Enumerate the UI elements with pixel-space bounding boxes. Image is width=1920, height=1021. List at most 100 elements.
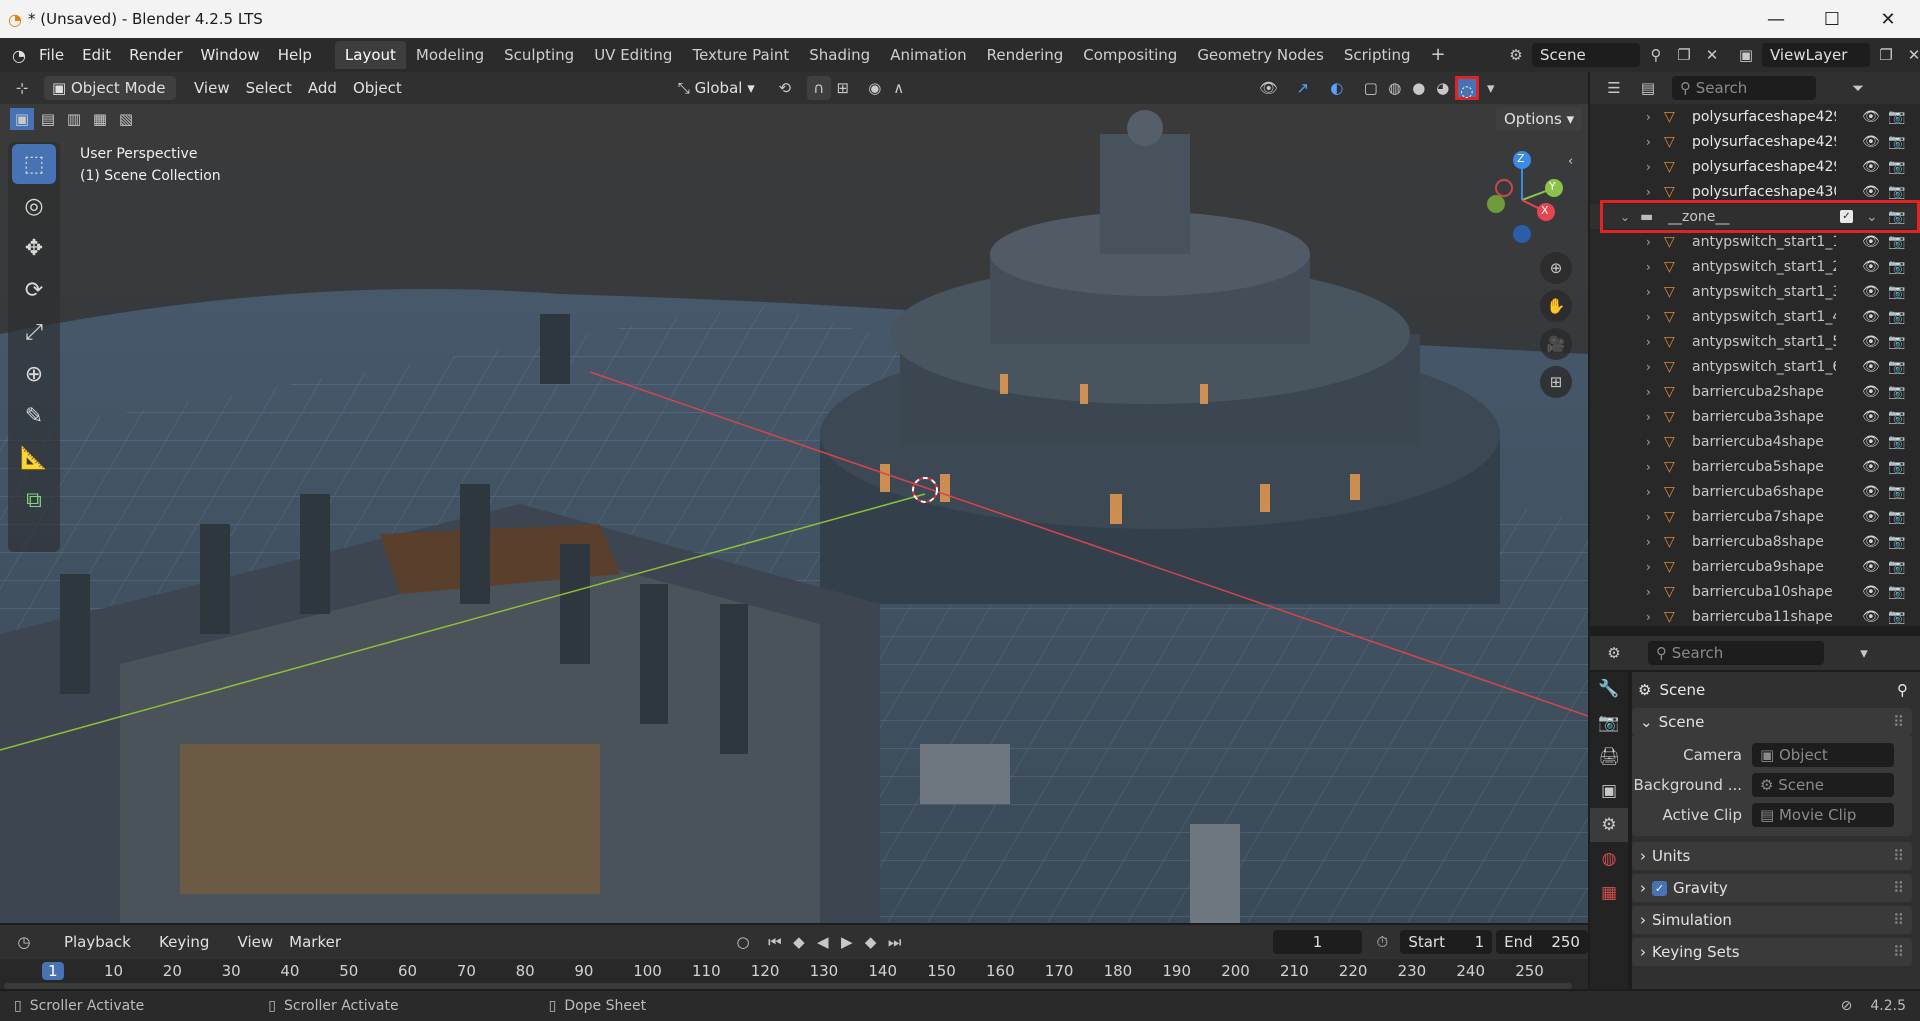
current-frame-marker[interactable]: 1 xyxy=(42,962,64,980)
timeline-ruler[interactable]: 1 10 20 30 40 50 60 70 80 90 100 110 120 130 140 150 160… xyxy=(0,959,1588,989)
render-visibility-icon[interactable]: 📷 xyxy=(1888,534,1905,550)
select-subtract-icon[interactable]: ▥ xyxy=(62,108,86,130)
zoom-icon[interactable]: ⊕ xyxy=(1540,252,1572,284)
expand-arrow-icon[interactable]: › xyxy=(1646,485,1651,499)
keying-menu[interactable]: Keying ▾ xyxy=(151,930,230,975)
wireframe-shading-icon[interactable]: ◍ xyxy=(1383,76,1407,100)
measure-tool-icon[interactable]: 📐 xyxy=(12,438,56,478)
transform-tool-icon[interactable]: ⊕ xyxy=(12,354,56,394)
expand-arrow-icon[interactable]: › xyxy=(1646,260,1651,274)
timeline-editor-icon[interactable]: ◷ xyxy=(12,930,36,954)
tab-compositing[interactable]: Compositing xyxy=(1073,41,1187,69)
eye-icon[interactable]: 👁 xyxy=(1862,109,1880,125)
outliner-object-row[interactable]: › ▽ barriercuba9shape 👁 📷 xyxy=(1590,554,1920,579)
expand-arrow-icon[interactable]: › xyxy=(1646,385,1651,399)
new-view-layer-icon[interactable]: ❐ xyxy=(1874,43,1898,67)
tab-modeling[interactable]: Modeling xyxy=(406,41,494,69)
eye-icon[interactable]: 👁 xyxy=(1862,409,1880,425)
eye-icon[interactable]: 👁 xyxy=(1862,159,1880,175)
eye-icon[interactable]: 👁 xyxy=(1862,284,1880,300)
new-scene-icon[interactable]: ❐ xyxy=(1672,43,1696,67)
filter-icon[interactable]: ⏷ xyxy=(1846,76,1870,100)
keying-sets-panel-header[interactable]: › Keying Sets ⠿ xyxy=(1632,938,1912,966)
expand-arrow-icon[interactable]: › xyxy=(1646,510,1651,524)
select-intersect-icon[interactable]: ▧ xyxy=(114,108,138,130)
tab-animation[interactable]: Animation xyxy=(880,41,976,69)
select-box-tool-icon[interactable]: ⬚ xyxy=(12,144,56,184)
expand-arrow-icon[interactable]: › xyxy=(1646,335,1651,349)
area-divider[interactable] xyxy=(1588,72,1590,991)
expand-arrow-icon[interactable]: › xyxy=(1646,110,1651,124)
render-visibility-icon[interactable]: 📷 xyxy=(1888,459,1905,475)
pan-hand-icon[interactable]: ✋ xyxy=(1540,290,1572,322)
tab-texture-paint[interactable]: Texture Paint xyxy=(682,41,799,69)
menu-object[interactable]: Object xyxy=(345,76,410,100)
view-layer-tab-icon[interactable]: ▣ xyxy=(1590,774,1628,808)
simulation-panel-header[interactable]: › Simulation ⠿ xyxy=(1632,906,1912,934)
collection-tab-icon[interactable]: ▦ xyxy=(1590,876,1628,910)
render-visibility-icon[interactable]: 📷 xyxy=(1888,134,1905,150)
render-visibility-icon[interactable]: 📷 xyxy=(1888,484,1905,500)
jump-end-icon[interactable]: ⏭ xyxy=(883,930,907,954)
tab-sculpting[interactable]: Sculpting xyxy=(494,41,584,69)
outliner-object-row[interactable]: › ▽ barriercuba6shape 👁 📷 xyxy=(1590,479,1920,504)
expand-arrow-icon[interactable]: › xyxy=(1646,410,1651,424)
outliner-editor-icon[interactable]: ☰ xyxy=(1602,76,1626,100)
preview-range-icon[interactable]: ⏱ xyxy=(1370,930,1394,954)
render-visibility-icon[interactable]: 📷 xyxy=(1888,359,1905,375)
rendered-shading-icon[interactable]: ◌ xyxy=(1454,76,1479,100)
outliner-object-row[interactable]: › ▽ antypswitch_start1_4 👁 📷 xyxy=(1590,304,1920,329)
outliner-search-input[interactable]: ⚲ Search xyxy=(1672,76,1816,100)
outliner-object-row[interactable]: › ▽ barriercuba8shape 👁 📷 xyxy=(1590,529,1920,554)
view-layer-field[interactable]: ViewLayer xyxy=(1762,43,1870,67)
cursor-tool-icon[interactable]: ◎ xyxy=(12,186,56,226)
expand-arrow-icon[interactable]: › xyxy=(1646,535,1651,549)
eye-icon[interactable]: 👁 xyxy=(1862,309,1880,325)
start-frame-field[interactable]: Start 1 xyxy=(1400,930,1493,954)
eye-icon[interactable]: 👁 xyxy=(1862,434,1880,450)
snap-icon[interactable]: ∩ xyxy=(806,76,831,100)
tab-shading[interactable]: Shading xyxy=(799,41,880,69)
render-visibility-icon[interactable]: 📷 xyxy=(1888,609,1905,625)
proportional-edit-icon[interactable]: ◉ xyxy=(863,76,887,100)
sidebar-toggle-icon[interactable]: ‹ xyxy=(1568,154,1573,169)
menu-select[interactable]: Select xyxy=(238,76,300,100)
expand-arrow-icon[interactable]: › xyxy=(1646,310,1651,324)
expand-arrow-icon[interactable]: › xyxy=(1646,135,1651,149)
playback-menu[interactable]: Playback ▾ xyxy=(56,930,151,975)
scene-field[interactable]: Scene xyxy=(1532,43,1640,67)
outliner-object-row[interactable]: › ▽ barriercuba7shape 👁 📷 xyxy=(1590,504,1920,529)
render-visibility-icon[interactable]: 📷 xyxy=(1888,434,1905,450)
active-clip-field[interactable]: ▤ Movie Clip xyxy=(1752,803,1894,827)
eye-icon[interactable]: 👁 xyxy=(1862,134,1880,150)
select-extend-icon[interactable]: ▤ xyxy=(36,108,60,130)
eye-icon[interactable]: 👁 xyxy=(1862,384,1880,400)
outliner-object-row[interactable]: › ▽ antypswitch_start1_6 👁 📷 xyxy=(1590,354,1920,379)
tool-tab-icon[interactable]: 🔧 xyxy=(1590,672,1628,706)
eye-icon[interactable]: 👁 xyxy=(1862,534,1880,550)
eye-icon[interactable]: 👁 xyxy=(1862,184,1880,200)
tab-layout[interactable]: Layout xyxy=(334,41,406,69)
render-tab-icon[interactable]: 📷 xyxy=(1590,706,1628,740)
delete-view-layer-icon[interactable]: ✕ xyxy=(1902,43,1920,67)
shading-options-icon[interactable]: ▾ xyxy=(1479,76,1503,100)
blender-menu-icon[interactable]: ◔ xyxy=(12,46,26,65)
output-tab-icon[interactable]: 🖨 xyxy=(1590,740,1628,774)
properties-options-icon[interactable]: ▾ xyxy=(1852,641,1876,665)
falloff-icon[interactable]: ∧ xyxy=(887,76,911,100)
select-new-icon[interactable]: ▣ xyxy=(10,108,34,130)
render-visibility-icon[interactable]: 📷 xyxy=(1888,559,1905,575)
gravity-panel-header[interactable]: › ✓ Gravity ⠿ xyxy=(1632,874,1912,902)
editor-type-icon[interactable]: ⊹ xyxy=(10,76,34,100)
outliner-object-row[interactable]: › ▽ antypswitch_start1_3 👁 📷 xyxy=(1590,279,1920,304)
units-panel-header[interactable]: › Units ⠿ xyxy=(1632,842,1912,870)
tab-rendering[interactable]: Rendering xyxy=(977,41,1074,69)
properties-editor-icon[interactable]: ⚙ xyxy=(1602,641,1626,665)
annotate-tool-icon[interactable]: ✎ xyxy=(12,396,56,436)
visibility-icon[interactable]: 👁 xyxy=(1257,76,1281,100)
expand-arrow-icon[interactable]: › xyxy=(1646,235,1651,249)
perspective-toggle-icon[interactable]: ⊞ xyxy=(1540,366,1572,398)
render-visibility-icon[interactable]: 📷 xyxy=(1888,159,1905,175)
outliner-object-row[interactable]: › ▽ barriercuba5shape 👁 📷 xyxy=(1590,454,1920,479)
view-layer-icon[interactable]: ▣ xyxy=(1734,43,1758,67)
